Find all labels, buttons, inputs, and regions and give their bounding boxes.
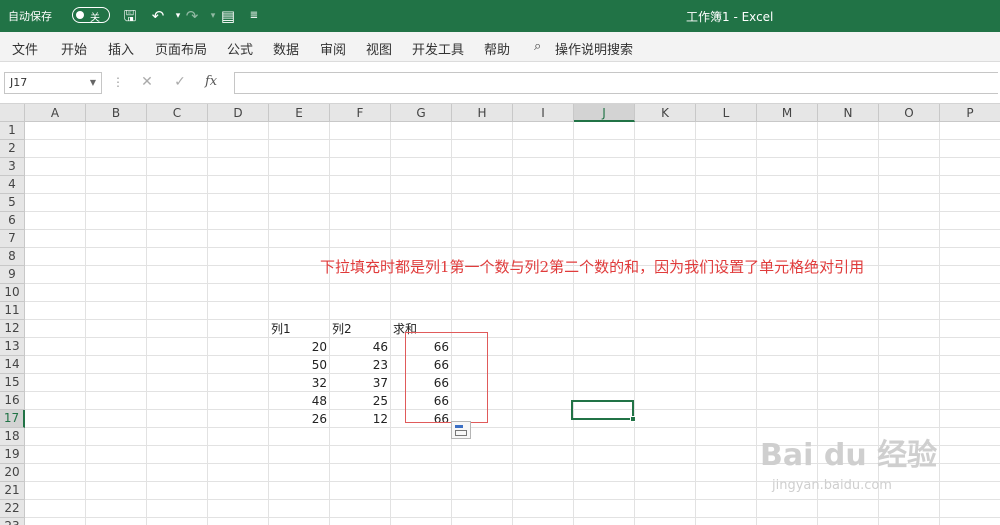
table-cell[interactable]: 46	[330, 338, 388, 356]
autofill-icon-bottom	[455, 430, 467, 436]
row-header-2[interactable]: 2	[0, 140, 25, 158]
redo-icon[interactable]: ↷	[182, 6, 202, 26]
tab-review[interactable]: 审阅	[320, 39, 346, 58]
table-cell[interactable]: 48	[269, 392, 327, 410]
row-header-21[interactable]: 21	[0, 482, 25, 500]
tab-page-layout[interactable]: 页面布局	[155, 39, 207, 58]
select-all-button[interactable]	[0, 104, 25, 122]
column-header-p[interactable]: P	[940, 104, 1000, 122]
tab-home[interactable]: 开始	[61, 39, 87, 58]
table-cell[interactable]: 50	[269, 356, 327, 374]
annotation-text: 下拉填充时都是列1第一个数与列2第二个数的和，因为我们设置了单元格绝对引用	[320, 258, 865, 276]
row-header-1[interactable]: 1	[0, 122, 25, 140]
table-cell[interactable]: 23	[330, 356, 388, 374]
table-cell[interactable]: 26	[269, 410, 327, 428]
column-header-i[interactable]: I	[513, 104, 574, 122]
row-header-6[interactable]: 6	[0, 212, 25, 230]
row-header-8[interactable]: 8	[0, 248, 25, 266]
search-icon[interactable]: ⌕	[534, 39, 541, 54]
active-cell-selection[interactable]	[571, 400, 636, 422]
row-header-13[interactable]: 13	[0, 338, 25, 356]
table-cell[interactable]: 12	[330, 410, 388, 428]
ribbon-tabs: 文件 开始 插入 页面布局 公式 数据 审阅 视图 开发工具 帮助 ⌕ 操作说明…	[0, 32, 1000, 62]
toggle-state: 关	[90, 13, 100, 24]
column-header-f[interactable]: F	[330, 104, 391, 122]
watermark-url: jingyan.baidu.com	[772, 478, 892, 493]
column-header-a[interactable]: A	[25, 104, 86, 122]
column-header-h[interactable]: H	[452, 104, 513, 122]
row-header-5[interactable]: 5	[0, 194, 25, 212]
table-cell[interactable]: 37	[330, 374, 388, 392]
row-header-4[interactable]: 4	[0, 176, 25, 194]
row-header-3[interactable]: 3	[0, 158, 25, 176]
confirm-icon[interactable]: ✓	[171, 74, 189, 90]
tab-data[interactable]: 数据	[273, 39, 299, 58]
column-header-d[interactable]: D	[208, 104, 269, 122]
autofill-options-icon[interactable]	[451, 421, 471, 439]
window-title: 工作簿1 - Excel	[686, 10, 774, 24]
cancel-icon[interactable]: ✕	[138, 74, 156, 90]
tab-developer[interactable]: 开发工具	[412, 39, 464, 58]
customize-icon[interactable]: ≣	[244, 6, 264, 26]
row-header-9[interactable]: 9	[0, 266, 25, 284]
column-header-b[interactable]: B	[86, 104, 147, 122]
fill-handle[interactable]	[630, 416, 636, 422]
formula-bar: J17 ▼ ⋮ ✕ ✓ fx	[0, 62, 1000, 104]
toggle-knob	[76, 11, 84, 19]
tab-file[interactable]: 文件	[12, 39, 38, 58]
row-header-14[interactable]: 14	[0, 356, 25, 374]
row-header-17[interactable]: 17	[0, 410, 25, 428]
tab-help[interactable]: 帮助	[484, 39, 510, 58]
row-header-15[interactable]: 15	[0, 374, 25, 392]
column-header-o[interactable]: O	[879, 104, 940, 122]
more-icon: ⋮	[112, 75, 124, 89]
row-header-19[interactable]: 19	[0, 446, 25, 464]
row-header-10[interactable]: 10	[0, 284, 25, 302]
tab-insert[interactable]: 插入	[108, 39, 134, 58]
name-box-value: J17	[10, 76, 28, 89]
autosave-toggle[interactable]: 关	[72, 7, 110, 24]
watermark-brand: Bai du 经验	[760, 438, 938, 473]
row-header-20[interactable]: 20	[0, 464, 25, 482]
row-header-22[interactable]: 22	[0, 500, 25, 518]
watermark: Bai du 经验 jingyan.baidu.com	[760, 430, 937, 493]
table-cell[interactable]: 20	[269, 338, 327, 356]
header-col1[interactable]: 列1	[271, 320, 291, 338]
row-header-11[interactable]: 11	[0, 302, 25, 320]
column-header-m[interactable]: M	[757, 104, 818, 122]
tab-formulas[interactable]: 公式	[227, 39, 253, 58]
table-cell[interactable]: 32	[269, 374, 327, 392]
undo-icon[interactable]: ↶	[148, 6, 168, 26]
row-header-7[interactable]: 7	[0, 230, 25, 248]
column-header-n[interactable]: N	[818, 104, 879, 122]
title-bar: 自动保存 关 🖫 ↶ ▾ ↷ ▾ ▤ ≣ 工作簿1 - Excel	[0, 0, 1000, 32]
header-col2[interactable]: 列2	[332, 320, 352, 338]
tab-view[interactable]: 视图	[366, 39, 392, 58]
row-header-12[interactable]: 12	[0, 320, 25, 338]
row-header-16[interactable]: 16	[0, 392, 25, 410]
name-box[interactable]: J17 ▼	[4, 72, 102, 94]
formula-input[interactable]	[234, 72, 998, 94]
row-header-18[interactable]: 18	[0, 428, 25, 446]
highlight-box	[405, 332, 488, 423]
row-header-23[interactable]: 23	[0, 518, 25, 525]
column-header-l[interactable]: L	[696, 104, 757, 122]
table-cell[interactable]: 25	[330, 392, 388, 410]
chevron-down-icon[interactable]: ▼	[90, 73, 96, 93]
form-icon[interactable]: ▤	[218, 6, 238, 26]
column-header-k[interactable]: K	[635, 104, 696, 122]
autosave-label: 自动保存	[8, 10, 52, 23]
column-header-j[interactable]: J	[574, 104, 635, 122]
column-header-c[interactable]: C	[147, 104, 208, 122]
save-icon[interactable]: 🖫	[120, 6, 140, 26]
insert-function-icon[interactable]: fx	[205, 74, 217, 89]
autofill-icon-top	[455, 425, 463, 428]
column-header-g[interactable]: G	[391, 104, 452, 122]
column-header-e[interactable]: E	[269, 104, 330, 122]
search-label[interactable]: 操作说明搜索	[555, 39, 633, 58]
